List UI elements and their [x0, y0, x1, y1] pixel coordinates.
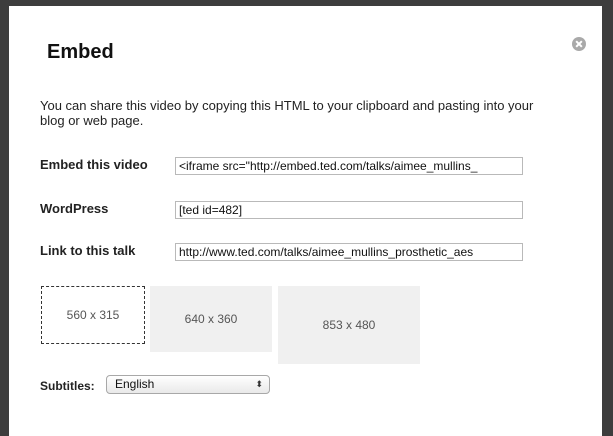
wordpress-label: WordPress [40, 201, 109, 216]
talk-link-field[interactable]: http://www.ted.com/talks/aimee_mullins_p… [175, 243, 523, 261]
subtitles-select[interactable]: English ⬍ [106, 375, 270, 394]
wordpress-field[interactable]: [ted id=482] [175, 201, 523, 219]
dialog-description: You can share this video by copying this… [40, 98, 534, 128]
subtitles-label: Subtitles: [40, 379, 95, 393]
dialog-title: Embed [47, 41, 114, 63]
window-edge [602, 6, 613, 436]
embed-video-label: Embed this video [40, 157, 148, 172]
subtitles-selected-value: English [115, 377, 155, 391]
size-option-853x480[interactable]: 853 x 480 [278, 286, 420, 364]
size-option-640x360[interactable]: 640 x 360 [150, 286, 272, 352]
size-option-560x315[interactable]: 560 x 315 [41, 286, 145, 344]
embed-dialog: Embed You can share this video by copyin… [9, 6, 611, 436]
embed-code-field[interactable]: <iframe src="http://embed.ted.com/talks/… [175, 157, 523, 175]
select-arrows-icon: ⬍ [255, 379, 263, 389]
link-to-talk-label: Link to this talk [40, 243, 136, 258]
close-icon[interactable] [572, 37, 586, 51]
